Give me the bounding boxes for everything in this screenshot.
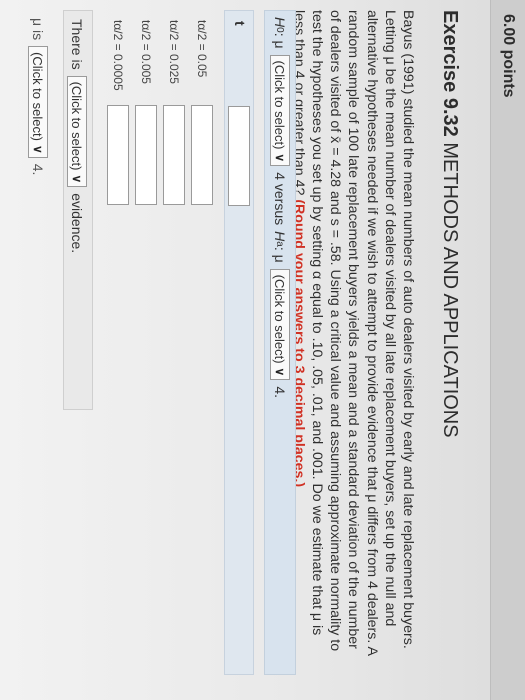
exercise-title: Exercise 9.32 METHODS AND APPLICATIONS bbox=[438, 10, 461, 438]
rotated-page: 6.00 points Exercise 9.32 METHODS AND AP… bbox=[0, 0, 525, 700]
evidence-select[interactable]: (Click to select) ∨ bbox=[67, 75, 87, 188]
evidence-prefix: There is bbox=[69, 19, 85, 70]
crit-input-0.025[interactable] bbox=[163, 105, 185, 205]
crit-label: tα/2 = 0.0005 bbox=[111, 20, 125, 91]
ha-mu: : μ bbox=[272, 246, 288, 263]
conclusion-select[interactable]: (Click to select) ∨ bbox=[28, 46, 48, 158]
crit-label: tα/2 = 0.025 bbox=[167, 20, 181, 84]
critical-value-row: tα/2 = 0.05 bbox=[187, 10, 215, 310]
evidence-select-label: (Click to select) bbox=[69, 81, 85, 171]
ha-symbol: H bbox=[272, 231, 288, 242]
crit-label: tα/2 = 0.05 bbox=[195, 20, 209, 78]
conclusion-suffix: 4. bbox=[30, 163, 46, 176]
conclusion-row: μ is (Click to select) ∨ 4. bbox=[23, 10, 53, 310]
evidence-row: There is (Click to select) ∨ evidence. bbox=[63, 10, 93, 410]
ha-select[interactable]: (Click to select) ∨ bbox=[270, 268, 290, 381]
crit-label: tα/2 = 0.005 bbox=[139, 20, 153, 84]
crit-input-0.0005[interactable] bbox=[107, 105, 129, 205]
chevron-down-icon: ∨ bbox=[273, 367, 287, 377]
t-input[interactable] bbox=[228, 106, 250, 206]
ha-value: 4. bbox=[272, 386, 288, 399]
points-label: 6.00 points bbox=[500, 14, 517, 98]
h0-select[interactable]: (Click to select) ∨ bbox=[270, 54, 290, 167]
chevron-down-icon: ∨ bbox=[70, 174, 84, 184]
t-label: t bbox=[232, 21, 248, 26]
screen-photo: 6.00 points Exercise 9.32 METHODS AND AP… bbox=[0, 0, 525, 700]
evidence-suffix: evidence. bbox=[69, 193, 85, 254]
header-bar: 6.00 points bbox=[490, 0, 525, 700]
exercise-section: METHODS AND APPLICATIONS bbox=[439, 142, 461, 438]
exercise-number: Exercise 9.32 bbox=[439, 10, 461, 137]
h0-mu: : μ bbox=[272, 32, 288, 49]
crit-input-0.005[interactable] bbox=[135, 105, 157, 205]
h0-select-label: (Click to select) bbox=[272, 60, 288, 150]
h0-value: 4 versus bbox=[272, 172, 288, 226]
conclusion-select-label: (Click to select) bbox=[30, 52, 46, 141]
crit-input-0.05[interactable] bbox=[191, 105, 213, 205]
conclusion-prefix: μ is bbox=[30, 18, 46, 41]
critical-value-row: tα/2 = 0.025 bbox=[159, 10, 187, 310]
test-statistic-row: t bbox=[224, 10, 254, 675]
h0-symbol: H bbox=[272, 17, 288, 28]
hypotheses-row: H0 : μ (Click to select) ∨ 4 versus Ha :… bbox=[264, 10, 296, 675]
problem-text: Bayus (1991) studied the mean numbers of… bbox=[290, 10, 417, 660]
problem-body: Bayus (1991) studied the mean numbers of… bbox=[290, 10, 416, 656]
chevron-down-icon: ∨ bbox=[273, 153, 287, 163]
ha-select-label: (Click to select) bbox=[272, 274, 288, 364]
critical-value-row: tα/2 = 0.0005 bbox=[103, 10, 131, 310]
critical-value-row: tα/2 = 0.005 bbox=[131, 10, 159, 310]
chevron-down-icon: ∨ bbox=[31, 144, 45, 154]
